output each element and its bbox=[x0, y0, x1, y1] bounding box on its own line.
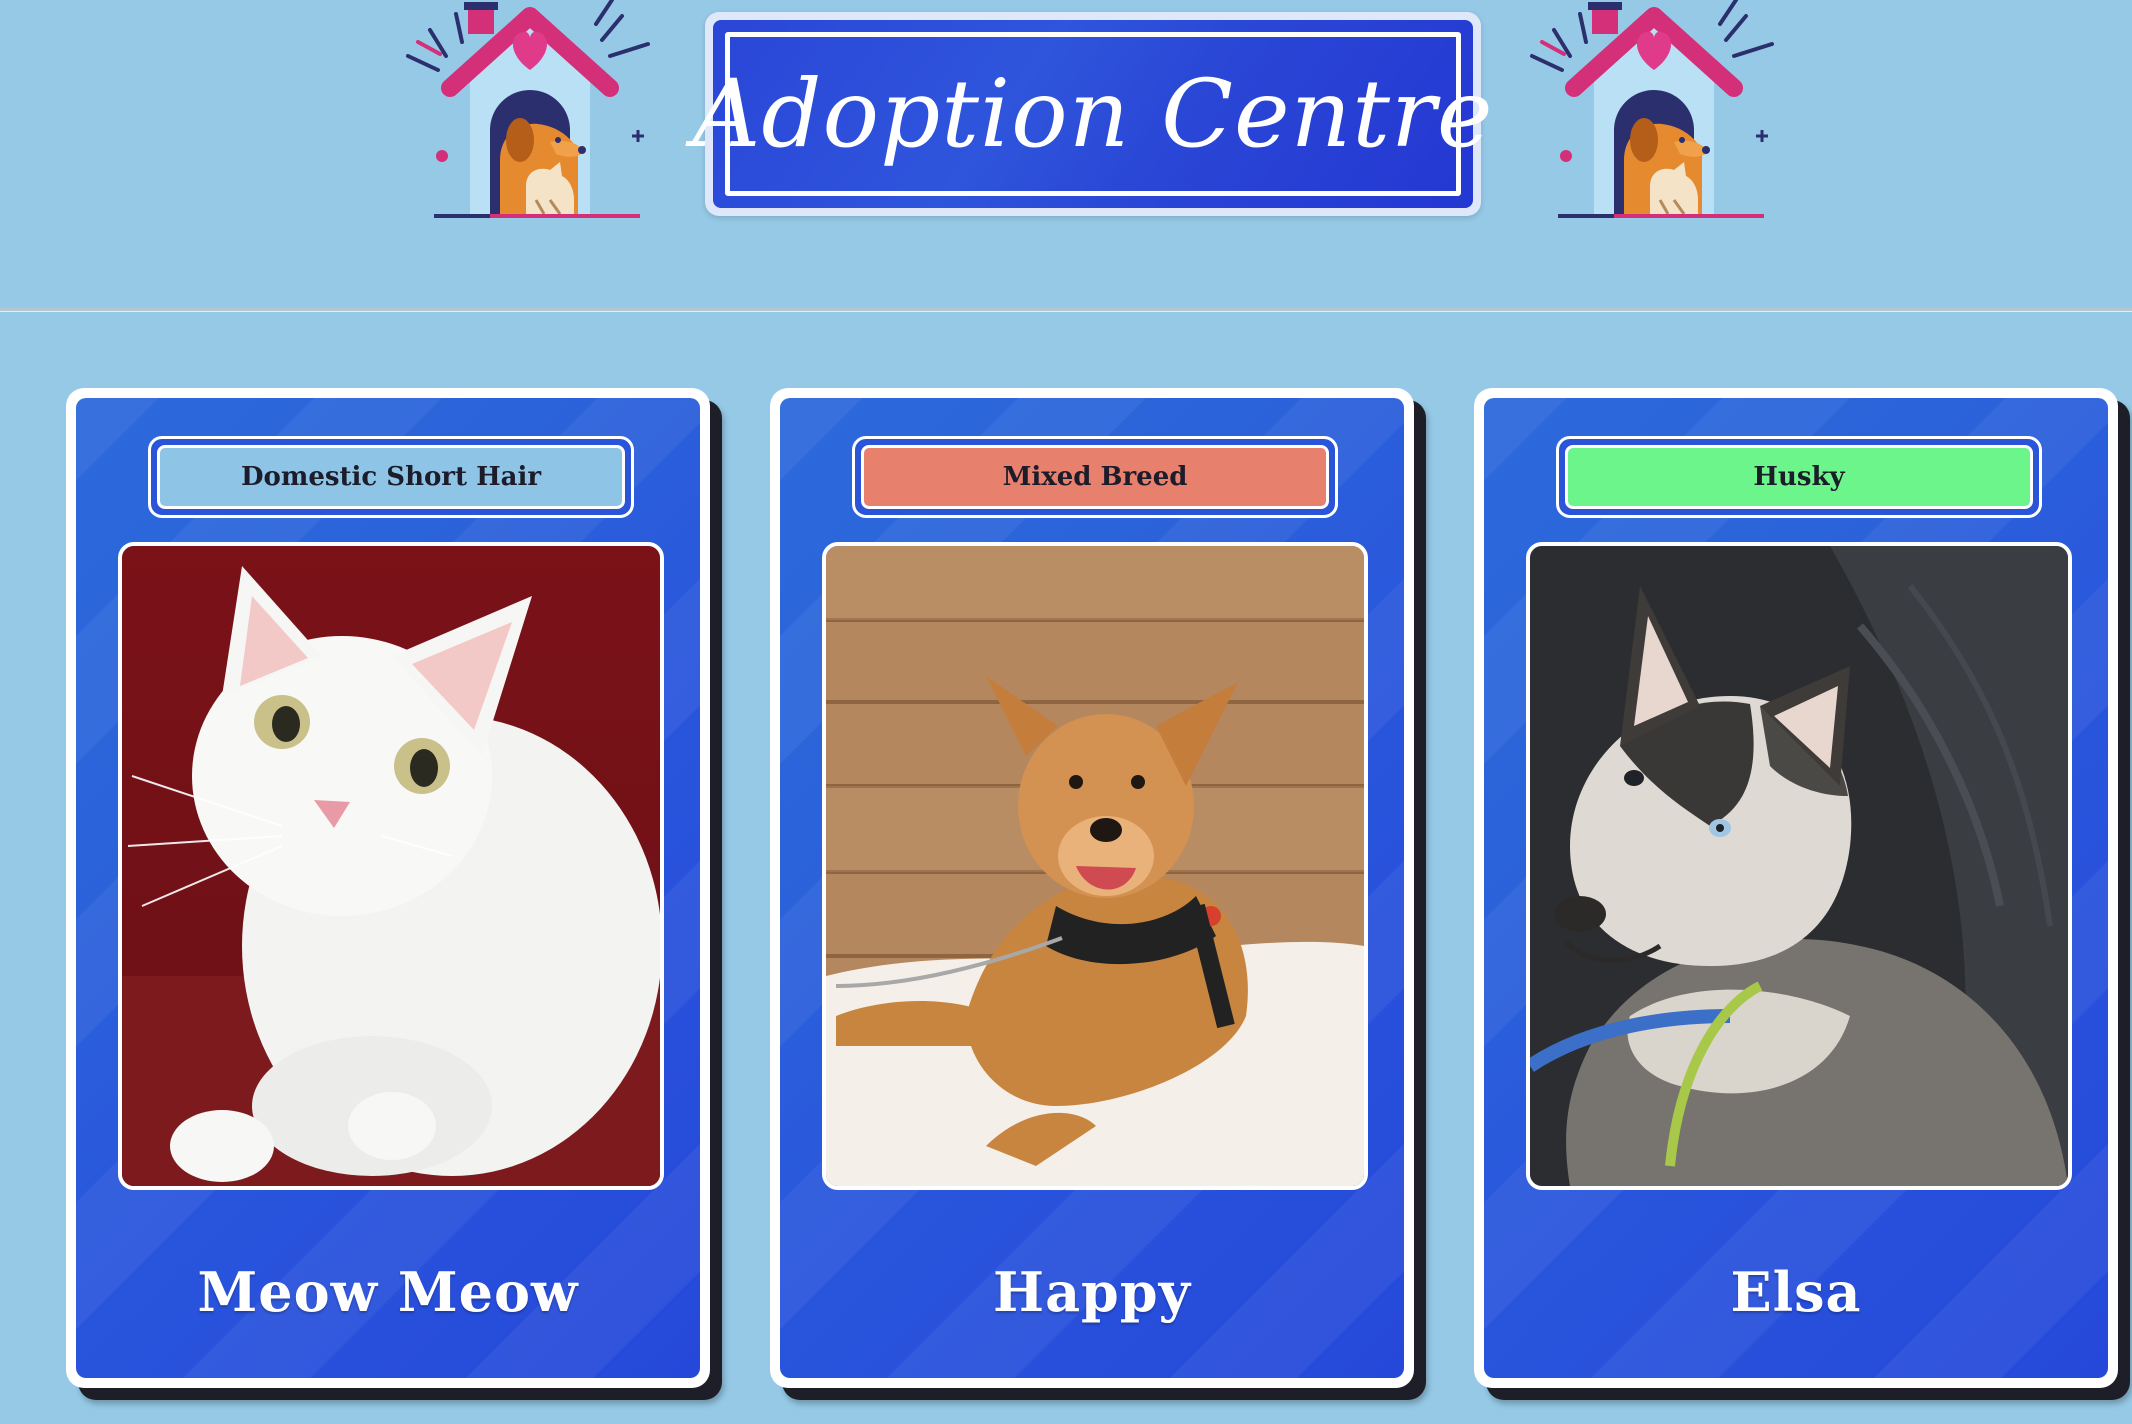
pet-card[interactable]: Domestic Short Hair Meow Meow bbox=[66, 388, 710, 1388]
pet-card-inner: Husky Elsa bbox=[1484, 398, 2108, 1378]
pet-name: Happy bbox=[993, 1260, 1191, 1324]
title-banner-inner: Adoption Centre bbox=[692, 20, 1493, 208]
dog-house-icon bbox=[400, 0, 660, 222]
breed-label: Husky bbox=[1565, 445, 2033, 509]
pet-photo-tan-dog[interactable] bbox=[822, 542, 1368, 1190]
breed-label: Domestic Short Hair bbox=[157, 445, 625, 509]
page-title: Adoption Centre bbox=[692, 59, 1494, 169]
pet-photo-husky[interactable] bbox=[1526, 542, 2072, 1190]
pet-card-inner: Domestic Short Hair Meow Meow bbox=[76, 398, 700, 1378]
breed-label: Mixed Breed bbox=[861, 445, 1329, 509]
breed-badge: Husky bbox=[1556, 436, 2042, 518]
pet-card[interactable]: Husky Elsa bbox=[1474, 388, 2118, 1388]
breed-badge: Mixed Breed bbox=[852, 436, 1338, 518]
pet-photo-white-cat[interactable] bbox=[118, 542, 664, 1190]
pet-card-list: Domestic Short Hair Meow Meow Mixed Bree… bbox=[0, 312, 2132, 1424]
dog-house-icon bbox=[1524, 0, 1784, 222]
pet-name: Elsa bbox=[1730, 1260, 1862, 1324]
pet-card-inner: Mixed Breed Happy bbox=[780, 398, 1404, 1378]
title-banner: Adoption Centre bbox=[692, 12, 1493, 216]
pet-name: Meow Meow bbox=[197, 1260, 579, 1324]
breed-badge: Domestic Short Hair bbox=[148, 436, 634, 518]
pet-card[interactable]: Mixed Breed Happy bbox=[770, 388, 1414, 1388]
page-header: Adoption Centre bbox=[0, 0, 2132, 308]
